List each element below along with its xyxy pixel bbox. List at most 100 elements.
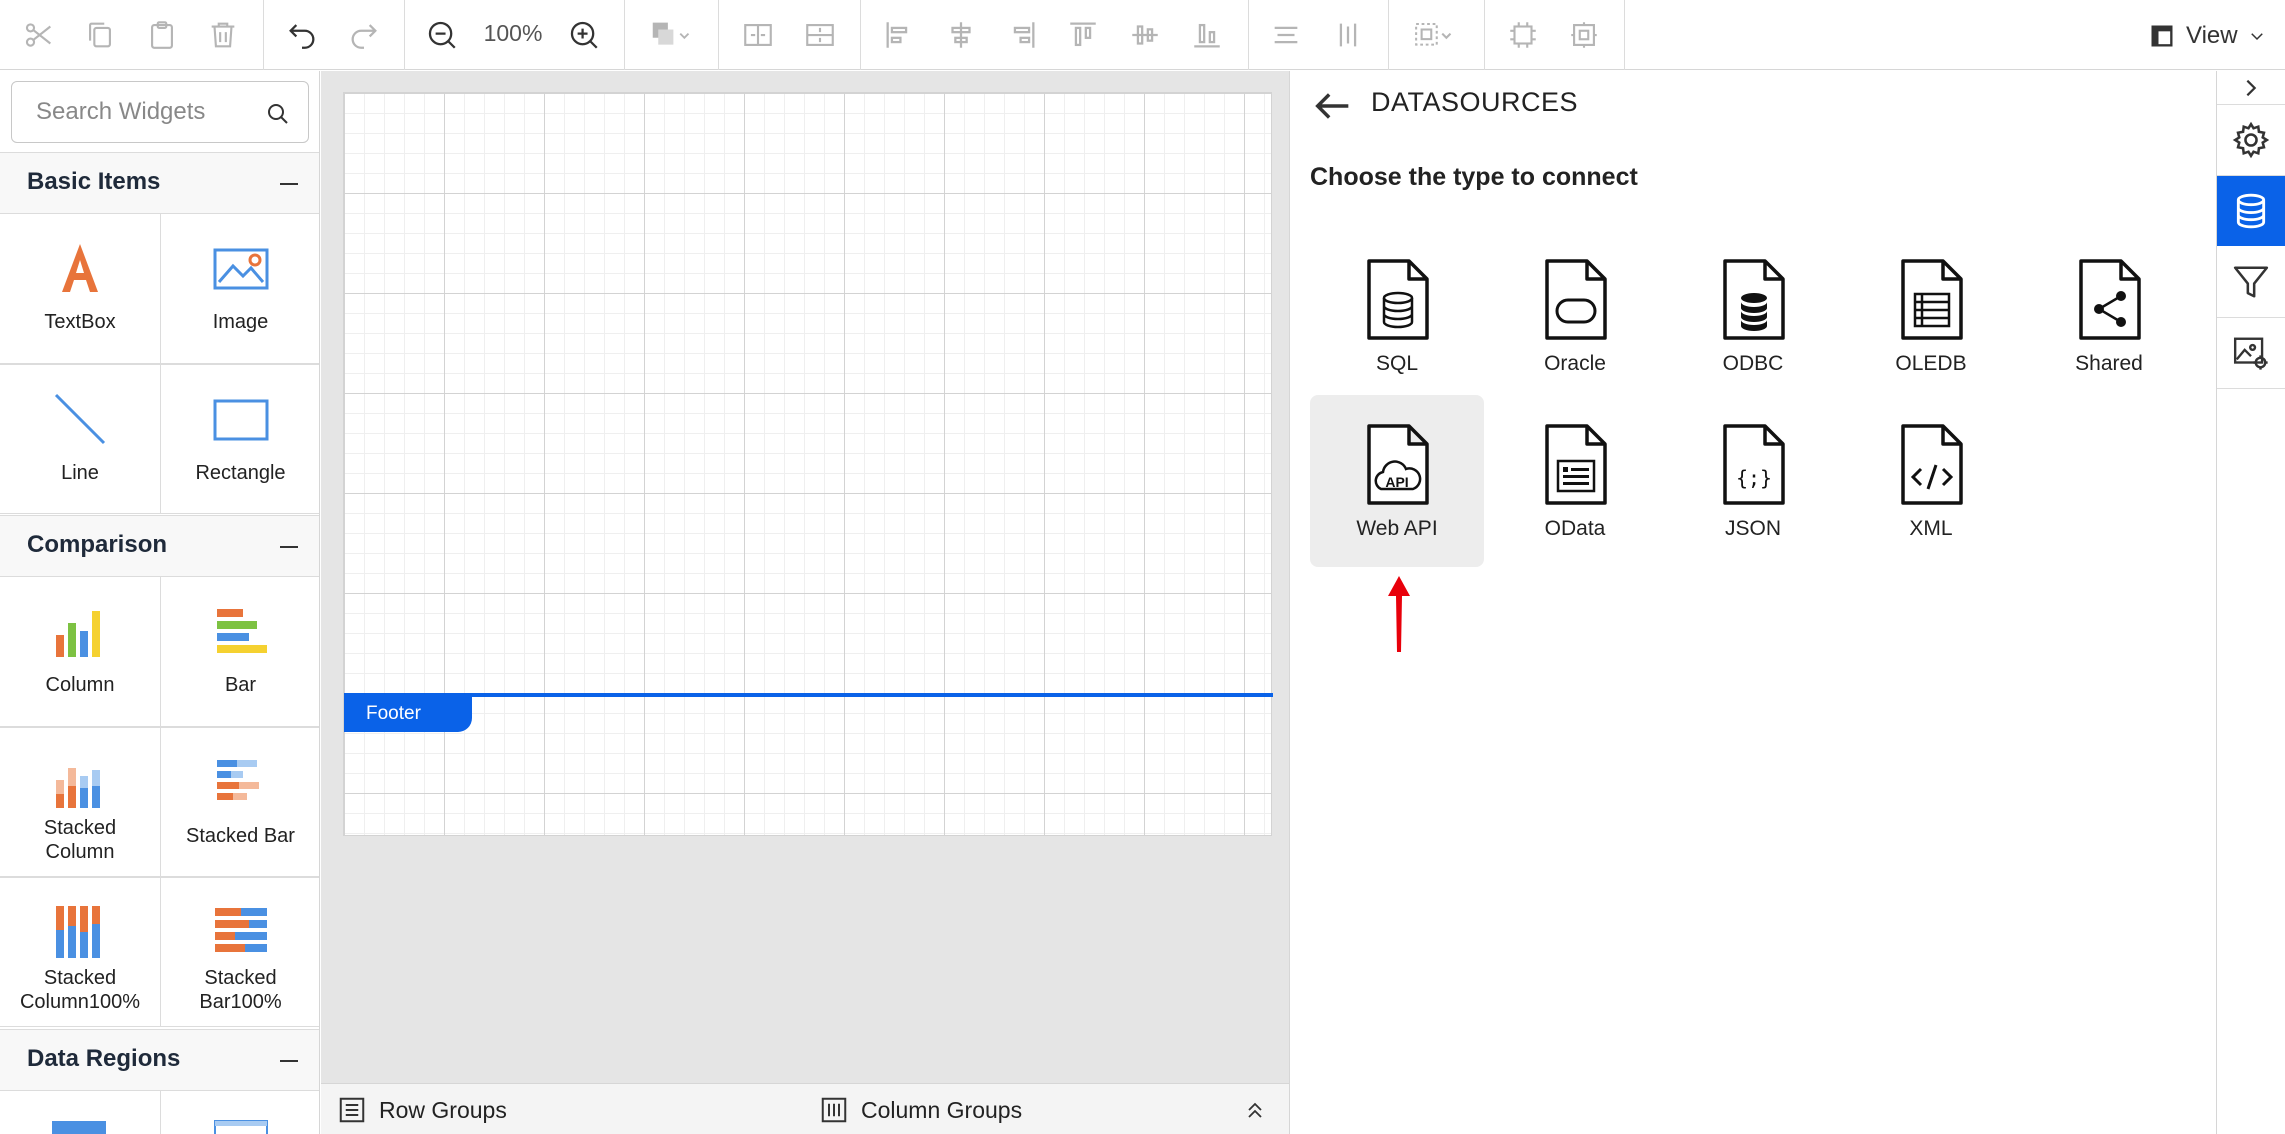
arrange-dropdown[interactable]	[642, 12, 702, 58]
datasource-label: Web API	[1356, 517, 1438, 540]
image-settings-icon	[2233, 337, 2268, 370]
size-dropdown[interactable]	[1404, 12, 1464, 58]
widget-stacked-bar[interactable]: Stacked Bar	[160, 727, 319, 877]
widget-column[interactable]: Column	[0, 577, 160, 727]
paste-button[interactable]	[139, 12, 185, 58]
category-label: Comparison	[27, 531, 168, 558]
distribute-vertical-button[interactable]	[1325, 12, 1371, 58]
double-chevron-up-icon[interactable]	[1243, 1098, 1267, 1122]
cut-button[interactable]	[16, 12, 62, 58]
collapse-icon[interactable]	[280, 546, 298, 548]
copy-button[interactable]	[77, 12, 123, 58]
odata-icon	[1545, 424, 1607, 505]
oledb-icon	[1901, 259, 1963, 340]
widget-label: Column	[45, 841, 115, 863]
widget-label: Stacked	[43, 967, 117, 989]
datasource-label: Oracle	[1544, 352, 1606, 375]
undo-button[interactable]	[279, 12, 325, 58]
datasource-web-api[interactable]: API Web API	[1310, 395, 1484, 567]
align-center-button[interactable]	[938, 12, 984, 58]
datasource-label: XML	[1909, 517, 1953, 540]
image-manager-tab[interactable]	[2217, 318, 2285, 388]
search-widgets-input[interactable]	[36, 96, 256, 128]
design-canvas[interactable]: Footer	[321, 71, 1289, 1083]
datasource-oledb[interactable]: OLEDB	[1844, 230, 2018, 402]
row-groups-icon	[339, 1097, 365, 1123]
widget-label: Stacked	[43, 817, 117, 839]
rectangle-icon	[213, 399, 268, 441]
datasource-xml[interactable]: XML	[1844, 395, 2018, 567]
widget-rectangle[interactable]: Rectangle	[160, 364, 319, 514]
footer-tag[interactable]: Footer	[344, 696, 472, 732]
resize-icon	[1415, 22, 1452, 46]
widget-stacked-column[interactable]: Stacked Column	[0, 727, 160, 877]
fit-width-button[interactable]	[1500, 12, 1546, 58]
fit-page-button[interactable]	[1561, 12, 1607, 58]
widget-stacked-bar100[interactable]: Stacked Bar100%	[160, 877, 319, 1027]
textbox-icon	[62, 244, 98, 292]
distribute-vertical-icon	[1339, 23, 1357, 47]
datasource-sql[interactable]: SQL	[1310, 230, 1484, 402]
datasource-label: ODBC	[1722, 352, 1784, 375]
redo-button[interactable]	[341, 12, 387, 58]
properties-tab[interactable]	[2217, 105, 2285, 175]
datasource-label: SQL	[1375, 352, 1419, 375]
widget-data-region-2[interactable]	[160, 1091, 319, 1134]
align-top-icon	[1070, 22, 1096, 47]
widget-image[interactable]: Image	[160, 214, 319, 364]
align-center-icon	[951, 22, 971, 48]
arrange-layers-icon	[652, 22, 690, 45]
category-label: Basic Items	[27, 168, 161, 195]
split-vertical-button[interactable]	[797, 12, 843, 58]
datasource-json[interactable]: {;} JSON	[1666, 395, 1840, 567]
distribute-horizontal-icon	[1274, 26, 1298, 44]
category-basic-items[interactable]: Basic Items	[0, 152, 319, 214]
column-groups-button[interactable]: Column Groups	[819, 1094, 1022, 1126]
datasource-odata[interactable]: OData	[1488, 395, 1662, 567]
collapse-icon[interactable]	[280, 1060, 298, 1062]
filter-tab[interactable]	[2217, 247, 2285, 317]
report-body[interactable]: Footer	[343, 92, 1273, 836]
delete-button[interactable]	[200, 12, 246, 58]
widget-line[interactable]: Line	[0, 364, 160, 514]
datasource-odbc[interactable]: ODBC	[1666, 230, 1840, 402]
datasource-label: OData	[1544, 517, 1606, 540]
stacked-column100-icon	[56, 906, 100, 958]
datasource-oracle[interactable]: Oracle	[1488, 230, 1662, 402]
align-bottom-button[interactable]	[1184, 12, 1230, 58]
category-data-regions[interactable]: Data Regions	[0, 1029, 319, 1091]
align-top-button[interactable]	[1060, 12, 1106, 58]
widget-bar[interactable]: Bar	[160, 577, 319, 727]
collapse-icon[interactable]	[280, 183, 298, 185]
widget-textbox[interactable]: TextBox	[0, 214, 160, 364]
odbc-database-icon	[1723, 259, 1785, 340]
category-comparison[interactable]: Comparison	[0, 515, 319, 577]
footer-divider[interactable]	[344, 693, 1273, 697]
zoom-out-button[interactable]	[419, 12, 465, 58]
widget-label: Column	[45, 674, 115, 696]
datasource-shared[interactable]: Shared	[2022, 230, 2196, 402]
row-groups-button[interactable]: Row Groups	[337, 1094, 507, 1126]
search-icon[interactable]	[266, 102, 290, 126]
widget-label: Line	[61, 462, 99, 484]
expand-panel-button[interactable]	[2217, 71, 2285, 105]
datasources-tab[interactable]	[2217, 176, 2285, 246]
zoom-level[interactable]: 100%	[478, 20, 548, 47]
view-menu[interactable]: View	[2148, 20, 2268, 52]
stacked-bar-icon	[216, 760, 259, 800]
align-middle-button[interactable]	[1122, 12, 1168, 58]
list-icon	[214, 1120, 268, 1134]
zoom-in-button[interactable]	[561, 12, 607, 58]
distribute-horizontal-button[interactable]	[1263, 12, 1309, 58]
align-right-button[interactable]	[999, 12, 1045, 58]
datasource-label: JSON	[1724, 517, 1781, 540]
datasource-label: OLEDB	[1895, 352, 1967, 375]
widget-data-region-1[interactable]	[0, 1091, 160, 1134]
line-icon	[54, 393, 106, 445]
widget-stacked-column100[interactable]: Stacked Column100%	[0, 877, 160, 1027]
align-left-button[interactable]	[876, 12, 922, 58]
search-widgets-box[interactable]	[11, 81, 309, 143]
back-arrow-icon[interactable]	[1310, 83, 1356, 129]
split-horizontal-button[interactable]	[735, 12, 781, 58]
fit-page-icon	[1571, 22, 1597, 48]
